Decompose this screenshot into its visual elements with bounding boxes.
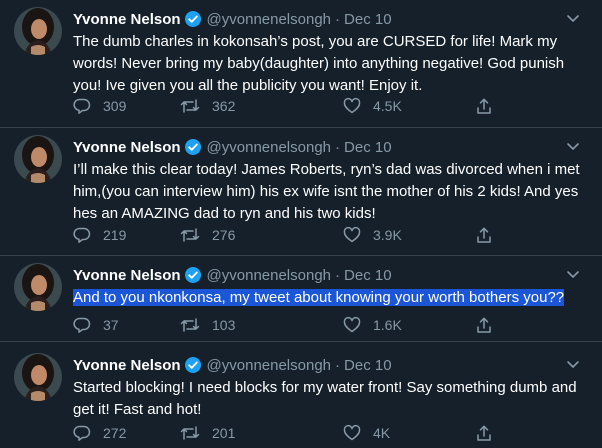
like-count: 1.6K [373,317,402,333]
like-count: 4.5K [373,98,402,114]
tweet-text: And to you nkonkonsa, my tweet about kno… [73,287,588,309]
retweet-count: 103 [212,317,236,333]
tweet-feed: Yvonne Nelson @yvonnenelsongh · Dec 10 T… [0,0,602,448]
like-button[interactable]: 1.6K [343,316,402,334]
tweet-text-content: The dumb charles in kokonsah’s post, you… [73,33,565,94]
tweet[interactable]: Yvonne Nelson @yvonnenelsongh · Dec 10 I… [0,128,602,256]
retweet-icon [180,426,200,440]
retweet-icon [180,318,200,332]
retweet-button[interactable]: 201 [180,424,235,442]
heart-icon [343,97,361,114]
tweet-header: Yvonne Nelson @yvonnenelsongh · Dec 10 [73,355,392,375]
share-icon [477,425,491,441]
tweet[interactable]: Yvonne Nelson @yvonnenelsongh · Dec 10 A… [0,256,602,342]
author-name[interactable]: Yvonne Nelson [73,11,181,28]
reply-button[interactable]: 219 [73,226,126,244]
share-button[interactable] [475,97,505,115]
reply-count: 37 [103,317,119,333]
tweet[interactable]: Yvonne Nelson @yvonnenelsongh · Dec 10 T… [0,0,602,128]
verified-badge-icon [184,356,202,374]
tweet-header: Yvonne Nelson @yvonnenelsongh · Dec 10 [73,137,392,157]
avatar[interactable] [14,353,62,401]
like-button[interactable]: 4K [343,424,390,442]
tweet-actions: 272 201 4K [73,423,513,443]
reply-icon [73,317,91,333]
tweet-text-content: I’ll make this clear today! James Robert… [73,161,580,222]
tweet[interactable]: Yvonne Nelson @yvonnenelsongh · Dec 10 S… [0,342,602,448]
chevron-down-icon[interactable] [564,357,582,371]
tweet-actions: 309 362 4.5K [73,96,513,116]
chevron-down-icon[interactable] [564,11,582,25]
share-icon [477,98,491,114]
tweet-text: The dumb charles in kokonsah’s post, you… [73,31,588,97]
reply-count: 272 [103,425,127,441]
tweet-date[interactable]: Dec 10 [344,357,392,374]
author-handle[interactable]: @yvonnenelsongh [207,267,331,284]
verified-badge-icon [184,10,202,28]
author-name[interactable]: Yvonne Nelson [73,357,181,374]
separator-dot: · [335,138,341,156]
tweet-date[interactable]: Dec 10 [344,139,392,156]
retweet-icon [180,99,200,113]
retweet-button[interactable]: 103 [180,316,235,334]
author-name[interactable]: Yvonne Nelson [73,267,181,284]
chevron-down-icon[interactable] [564,267,582,281]
retweet-button[interactable]: 276 [180,226,235,244]
reply-icon [73,425,91,441]
tweet-text: I’ll make this clear today! James Robert… [73,159,588,225]
reply-button[interactable]: 272 [73,424,126,442]
tweet-header: Yvonne Nelson @yvonnenelsongh · Dec 10 [73,9,392,29]
selected-tweet-text: And to you nkonkonsa, my tweet about kno… [73,289,565,306]
heart-icon [343,226,361,243]
reply-button[interactable]: 309 [73,97,126,115]
tweet-date[interactable]: Dec 10 [344,267,392,284]
avatar[interactable] [14,7,62,55]
tweet-actions: 37 103 1.6K [73,315,513,335]
share-button[interactable] [475,424,505,442]
retweet-count: 362 [212,98,236,114]
tweet-header: Yvonne Nelson @yvonnenelsongh · Dec 10 [73,265,392,285]
verified-badge-icon [184,138,202,156]
retweet-icon [180,228,200,242]
retweet-button[interactable]: 362 [180,97,235,115]
like-button[interactable]: 4.5K [343,97,402,115]
tweet-text: Started blocking! I need blocks for my w… [73,377,588,421]
avatar[interactable] [14,135,62,183]
like-count: 4K [373,425,391,441]
tweet-date[interactable]: Dec 10 [344,11,392,28]
author-handle[interactable]: @yvonnenelsongh [207,11,331,28]
reply-count: 309 [103,98,127,114]
tweet-text-content: Started blocking! I need blocks for my w… [73,379,577,418]
like-count: 3.9K [373,227,402,243]
author-handle[interactable]: @yvonnenelsongh [207,357,331,374]
separator-dot: · [335,266,341,284]
reply-button[interactable]: 37 [73,316,119,334]
author-handle[interactable]: @yvonnenelsongh [207,139,331,156]
heart-icon [343,316,361,333]
chevron-down-icon[interactable] [564,139,582,153]
heart-icon [343,424,361,441]
author-name[interactable]: Yvonne Nelson [73,139,181,156]
share-button[interactable] [475,316,505,334]
reply-count: 219 [103,227,127,243]
share-icon [477,317,491,333]
reply-icon [73,227,91,243]
avatar[interactable] [14,263,62,311]
retweet-count: 276 [212,227,236,243]
verified-badge-icon [184,266,202,284]
like-button[interactable]: 3.9K [343,226,402,244]
share-button[interactable] [475,226,505,244]
separator-dot: · [335,356,341,374]
retweet-count: 201 [212,425,236,441]
tweet-actions: 219 276 3.9K [73,225,513,245]
reply-icon [73,98,91,114]
share-icon [477,227,491,243]
separator-dot: · [335,10,341,28]
